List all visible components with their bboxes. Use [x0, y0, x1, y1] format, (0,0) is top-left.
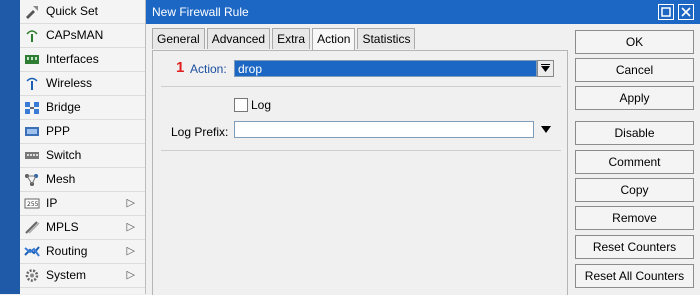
- interfaces-icon: [25, 55, 39, 64]
- copy-button[interactable]: Copy: [575, 178, 694, 202]
- mpls-icon: [25, 221, 40, 234]
- log-label: Log: [251, 98, 272, 112]
- submenu-arrow-icon: ▷: [126, 269, 135, 281]
- reset-counters-button[interactable]: Reset Counters: [575, 235, 694, 259]
- sidebar-item-ip[interactable]: 255 IP ▷: [20, 192, 145, 216]
- sidebar-item-quick-set[interactable]: Quick Set: [20, 0, 145, 24]
- reset-all-counters-button[interactable]: Reset All Counters: [575, 264, 694, 288]
- sidebar-item-label: IP: [46, 196, 58, 210]
- left-strip: [0, 0, 20, 294]
- wireless-icon: [26, 77, 38, 90]
- remove-button-label: Remove: [612, 211, 657, 225]
- routing-icon: [24, 246, 40, 257]
- submenu-arrow-icon: ▷: [126, 221, 135, 233]
- sidebar-item-mesh[interactable]: Mesh: [20, 168, 145, 192]
- cancel-button-label: Cancel: [615, 63, 654, 77]
- sidebar-item-capsman[interactable]: CAPsMAN: [20, 24, 145, 48]
- quick-set-icon: [26, 6, 38, 19]
- log-checkbox[interactable]: [234, 98, 248, 112]
- cancel-button[interactable]: Cancel: [575, 58, 694, 82]
- apply-button[interactable]: Apply: [575, 86, 694, 110]
- sidebar-item-label: PPP: [46, 124, 71, 138]
- close-icon: [681, 7, 691, 17]
- sidebar-item-switch[interactable]: Switch: [20, 144, 145, 168]
- comment-button-label: Comment: [608, 155, 661, 169]
- remove-button[interactable]: Remove: [575, 206, 694, 230]
- window-titlebar: New Firewall Rule: [146, 0, 700, 24]
- capsman-icon: [26, 30, 38, 42]
- ok-button[interactable]: OK: [575, 30, 694, 54]
- reset-counters-button-label: Reset Counters: [592, 240, 677, 254]
- firewall-rule-window: New Firewall Rule General Advanced Extra…: [146, 0, 700, 295]
- mesh-icon: [25, 174, 38, 186]
- sidebar-item-routing[interactable]: Routing ▷: [20, 240, 145, 264]
- ok-button-label: OK: [625, 35, 644, 49]
- sidebar-item-label: Switch: [46, 148, 82, 162]
- window-title: New Firewall Rule: [152, 5, 249, 19]
- log-prefix-dropdown-icon[interactable]: [541, 126, 551, 133]
- sidebar-item-interfaces[interactable]: Interfaces: [20, 48, 145, 72]
- sidebar-item-label: Mesh: [46, 172, 76, 186]
- maximize-icon: [661, 7, 671, 17]
- sidebar-item-label: Wireless: [46, 76, 93, 90]
- sidebar-item-label: Bridge: [46, 100, 81, 114]
- section-divider: [161, 86, 561, 87]
- tab-advanced[interactable]: Advanced: [206, 28, 271, 49]
- sidebar-item-mpls[interactable]: MPLS ▷: [20, 216, 145, 240]
- tab-extra[interactable]: Extra: [272, 28, 311, 49]
- sidebar-item-label: Routing: [46, 244, 88, 258]
- action-label: Action:: [190, 62, 227, 76]
- comment-button[interactable]: Comment: [575, 150, 694, 174]
- svg-text:255: 255: [27, 201, 39, 208]
- tab-bar: General Advanced Extra Action Statistics: [152, 28, 417, 51]
- log-prefix-label: Log Prefix:: [171, 125, 229, 139]
- sidebar-item-system[interactable]: System ▷: [20, 264, 145, 288]
- sidebar-item-label: CAPsMAN: [46, 28, 104, 42]
- copy-button-label: Copy: [620, 183, 649, 197]
- tab-statistics[interactable]: Statistics: [357, 28, 416, 49]
- ip-icon: 255: [24, 198, 40, 209]
- tab-action[interactable]: Action: [312, 28, 356, 51]
- annotation-marker-1: 1: [176, 59, 185, 76]
- gear-icon: [25, 269, 39, 282]
- apply-button-label: Apply: [619, 91, 650, 105]
- log-prefix-input[interactable]: [234, 121, 534, 138]
- sidebar-menu: Quick Set CAPsMAN Interfaces Wireless Br…: [20, 0, 146, 294]
- dropdown-arrow-icon: [541, 64, 550, 72]
- bridge-icon: [25, 102, 39, 114]
- disable-button[interactable]: Disable: [575, 121, 694, 145]
- sidebar-item-label: Interfaces: [46, 52, 99, 66]
- ppp-icon: [25, 127, 39, 136]
- action-select-value: drop: [238, 62, 263, 76]
- sidebar-item-label: MPLS: [46, 220, 79, 234]
- sidebar-item-label: Quick Set: [46, 4, 99, 18]
- maximize-button[interactable]: [658, 4, 674, 20]
- sidebar-item-label: System: [46, 268, 87, 282]
- reset-all-counters-button-label: Reset All Counters: [584, 269, 685, 283]
- sidebar-item-bridge[interactable]: Bridge: [20, 96, 145, 120]
- submenu-arrow-icon: ▷: [126, 245, 135, 257]
- sidebar-item-wireless[interactable]: Wireless: [20, 72, 145, 96]
- action-select[interactable]: drop: [234, 60, 537, 77]
- disable-button-label: Disable: [614, 126, 655, 140]
- action-tab-panel: 1 Action: drop Log Log Prefix:: [152, 50, 568, 295]
- close-button[interactable]: [678, 4, 694, 20]
- action-dropdown-button[interactable]: [537, 60, 554, 77]
- sidebar-item-ppp[interactable]: PPP: [20, 120, 145, 144]
- section-divider: [161, 150, 561, 151]
- submenu-arrow-icon: ▷: [126, 197, 135, 209]
- tab-general[interactable]: General: [152, 28, 205, 49]
- switch-icon: [25, 152, 39, 159]
